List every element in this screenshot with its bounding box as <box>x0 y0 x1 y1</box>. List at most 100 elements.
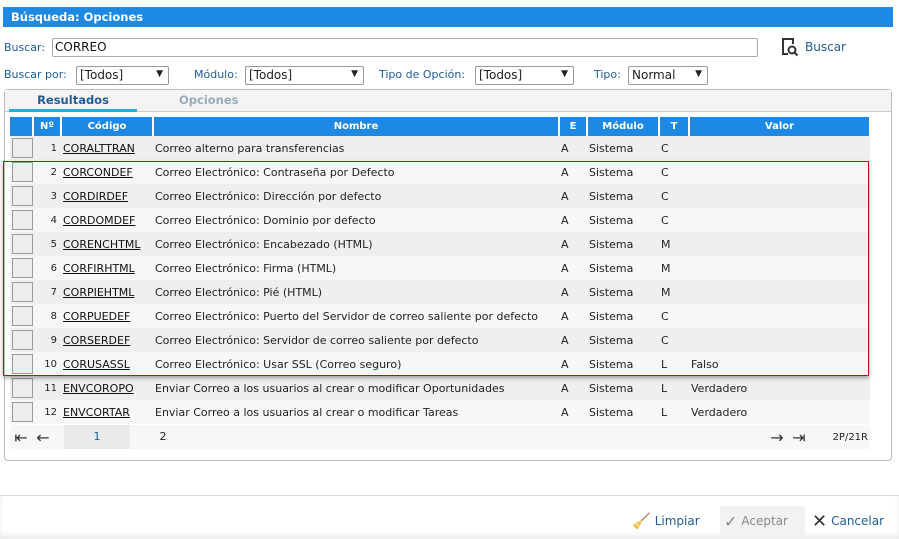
row-checkbox[interactable] <box>12 234 33 254</box>
table-row[interactable]: 4 CORDOMDEF Correo Electrónico: Dominio po… <box>10 208 870 232</box>
tipo-value: Normal <box>632 68 676 82</box>
buscar-por-select[interactable]: [Todos] ▼ <box>76 66 169 85</box>
cell-nombre: Correo Electrónico: Encabezado (HTML) <box>153 232 559 256</box>
table-row[interactable]: 6 CORFIRHTML Correo Electrónico: Firma (HT… <box>10 256 870 280</box>
table-row[interactable]: 10 CORUSASSL Correo Electrónico: Usar SSL … <box>10 352 870 376</box>
table-row[interactable]: 5 CORENCHTML Correo Electrónico: Encabezad… <box>10 232 870 256</box>
cell-t: L <box>659 376 689 400</box>
tab-bar: Resultados Opciones <box>5 90 891 112</box>
cell-valor <box>689 208 870 232</box>
row-checkbox[interactable] <box>12 210 33 230</box>
table-row[interactable]: 8 CORPUEDEF Correo Electrónico: Puerto del… <box>10 304 870 328</box>
search-label: Buscar: <box>4 41 46 54</box>
column-header[interactable] <box>10 117 34 136</box>
row-checkbox[interactable] <box>12 282 33 302</box>
column-header[interactable]: T <box>659 117 690 136</box>
limpiar-button[interactable]: 🧹 Limpiar <box>632 506 700 536</box>
cell-nombre: Correo Electrónico: Puerto del Servidor … <box>153 304 559 328</box>
column-header[interactable]: Módulo <box>587 117 660 136</box>
search-input[interactable]: CORREO <box>52 38 758 57</box>
codigo-link[interactable]: CORCONDEF <box>63 166 133 179</box>
table-row[interactable]: 1 CORALTTRAN Correo alterno para transfere… <box>10 136 870 160</box>
cell-nombre: Correo Electrónico: Contraseña por Defec… <box>153 160 559 184</box>
prev-page-icon[interactable]: ← <box>32 428 54 447</box>
codigo-link[interactable]: ENVCORTAR <box>63 406 130 419</box>
codigo-link[interactable]: CORDIRDEF <box>63 190 128 203</box>
cell-modulo: Sistema <box>587 400 659 424</box>
first-page-icon[interactable]: ⇤ <box>10 428 32 447</box>
pagination: ⇤ ← 1 2 → ⇥ 2P/21R <box>10 425 870 449</box>
pager-summary: 2P/21R <box>832 431 868 443</box>
row-checkbox[interactable] <box>12 330 33 350</box>
cell-nombre: Correo alterno para transferencias <box>153 136 559 160</box>
table-row[interactable]: 9 CORSERDEF Correo Electrónico: Servidor d… <box>10 328 870 352</box>
page-2[interactable]: 2 <box>130 425 196 449</box>
table-row[interactable]: 11 ENVCOROPO Enviar Correo a los usuarios … <box>10 376 870 400</box>
cell-n: 6 <box>33 256 61 280</box>
row-checkbox-cell <box>10 160 33 184</box>
aceptar-button[interactable]: ✓ Aceptar <box>720 506 805 536</box>
row-checkbox-cell <box>10 208 33 232</box>
codigo-link[interactable]: CORDOMDEF <box>63 214 135 227</box>
cell-e: A <box>559 328 587 352</box>
row-checkbox[interactable] <box>12 354 33 374</box>
cell-codigo: CORALTTRAN <box>61 136 153 160</box>
row-checkbox[interactable] <box>12 186 33 206</box>
codigo-link[interactable]: CORPIEHTML <box>63 286 134 299</box>
search-button[interactable]: Buscar <box>780 37 846 57</box>
tab-opciones[interactable]: Opciones <box>179 93 239 107</box>
next-page-icon[interactable]: → <box>766 428 788 447</box>
cell-t: M <box>659 256 689 280</box>
codigo-link[interactable]: CORPUEDEF <box>63 310 130 323</box>
cell-valor: Falso <box>689 352 870 376</box>
column-header[interactable]: Nombre <box>153 117 560 136</box>
modulo-select[interactable]: [Todos] ▼ <box>245 66 364 85</box>
codigo-link[interactable]: ENVCOROPO <box>63 382 134 395</box>
cell-codigo: CORFIRHTML <box>61 256 153 280</box>
table-row[interactable]: 7 CORPIEHTML Correo Electrónico: Pié (HTML… <box>10 280 870 304</box>
cell-e: A <box>559 208 587 232</box>
row-checkbox[interactable] <box>12 378 33 398</box>
chevron-down-icon: ▼ <box>156 69 163 79</box>
cell-nombre: Correo Electrónico: Servidor de correo s… <box>153 328 559 352</box>
row-checkbox-cell <box>10 328 33 352</box>
cell-valor <box>689 280 870 304</box>
cell-n: 3 <box>33 184 61 208</box>
cell-n: 9 <box>33 328 61 352</box>
cell-codigo: CORUSASSL <box>61 352 153 376</box>
row-checkbox[interactable] <box>12 258 33 278</box>
table-row[interactable]: 3 CORDIRDEF Correo Electrónico: Dirección … <box>10 184 870 208</box>
row-checkbox[interactable] <box>12 162 33 182</box>
table-row[interactable]: 2 CORCONDEF Correo Electrónico: Contraseña… <box>10 160 870 184</box>
cell-modulo: Sistema <box>587 184 659 208</box>
cell-t: C <box>659 328 689 352</box>
row-checkbox[interactable] <box>12 402 33 422</box>
column-header[interactable]: E <box>559 117 588 136</box>
codigo-link[interactable]: CORSERDEF <box>63 334 130 347</box>
codigo-link[interactable]: CORALTTRAN <box>63 142 135 155</box>
cell-valor: Verdadero <box>689 376 870 400</box>
column-header[interactable]: Valor <box>689 117 871 136</box>
row-checkbox-cell <box>10 136 33 160</box>
tipo-opcion-value: [Todos] <box>479 68 523 82</box>
cell-nombre: Correo Electrónico: Usar SSL (Correo seg… <box>153 352 559 376</box>
tipo-opcion-label: Tipo de Opción: <box>379 68 466 81</box>
cancelar-button[interactable]: ✕ Cancelar <box>812 506 884 536</box>
results-panel: Resultados Opciones Nº Código Nombre E Módul… <box>4 89 892 461</box>
table-row[interactable]: 12 ENVCORTAR Enviar Correo a los usuarios … <box>10 400 870 424</box>
tab-resultados[interactable]: Resultados <box>9 93 137 112</box>
cell-e: A <box>559 184 587 208</box>
page-1[interactable]: 1 <box>64 425 130 449</box>
column-header[interactable]: Código <box>61 117 154 136</box>
tipo-label: Tipo: <box>594 68 621 81</box>
codigo-link[interactable]: CORFIRHTML <box>63 262 135 275</box>
codigo-link[interactable]: CORENCHTML <box>63 238 140 251</box>
row-checkbox[interactable] <box>12 138 33 158</box>
column-header[interactable]: Nº <box>33 117 62 136</box>
cell-codigo: ENVCORTAR <box>61 400 153 424</box>
last-page-icon[interactable]: ⇥ <box>788 428 810 447</box>
row-checkbox[interactable] <box>12 306 33 326</box>
tipo-opcion-select[interactable]: [Todos] ▼ <box>475 66 574 85</box>
tipo-select[interactable]: Normal ▼ <box>628 66 708 85</box>
codigo-link[interactable]: CORUSASSL <box>63 358 130 371</box>
